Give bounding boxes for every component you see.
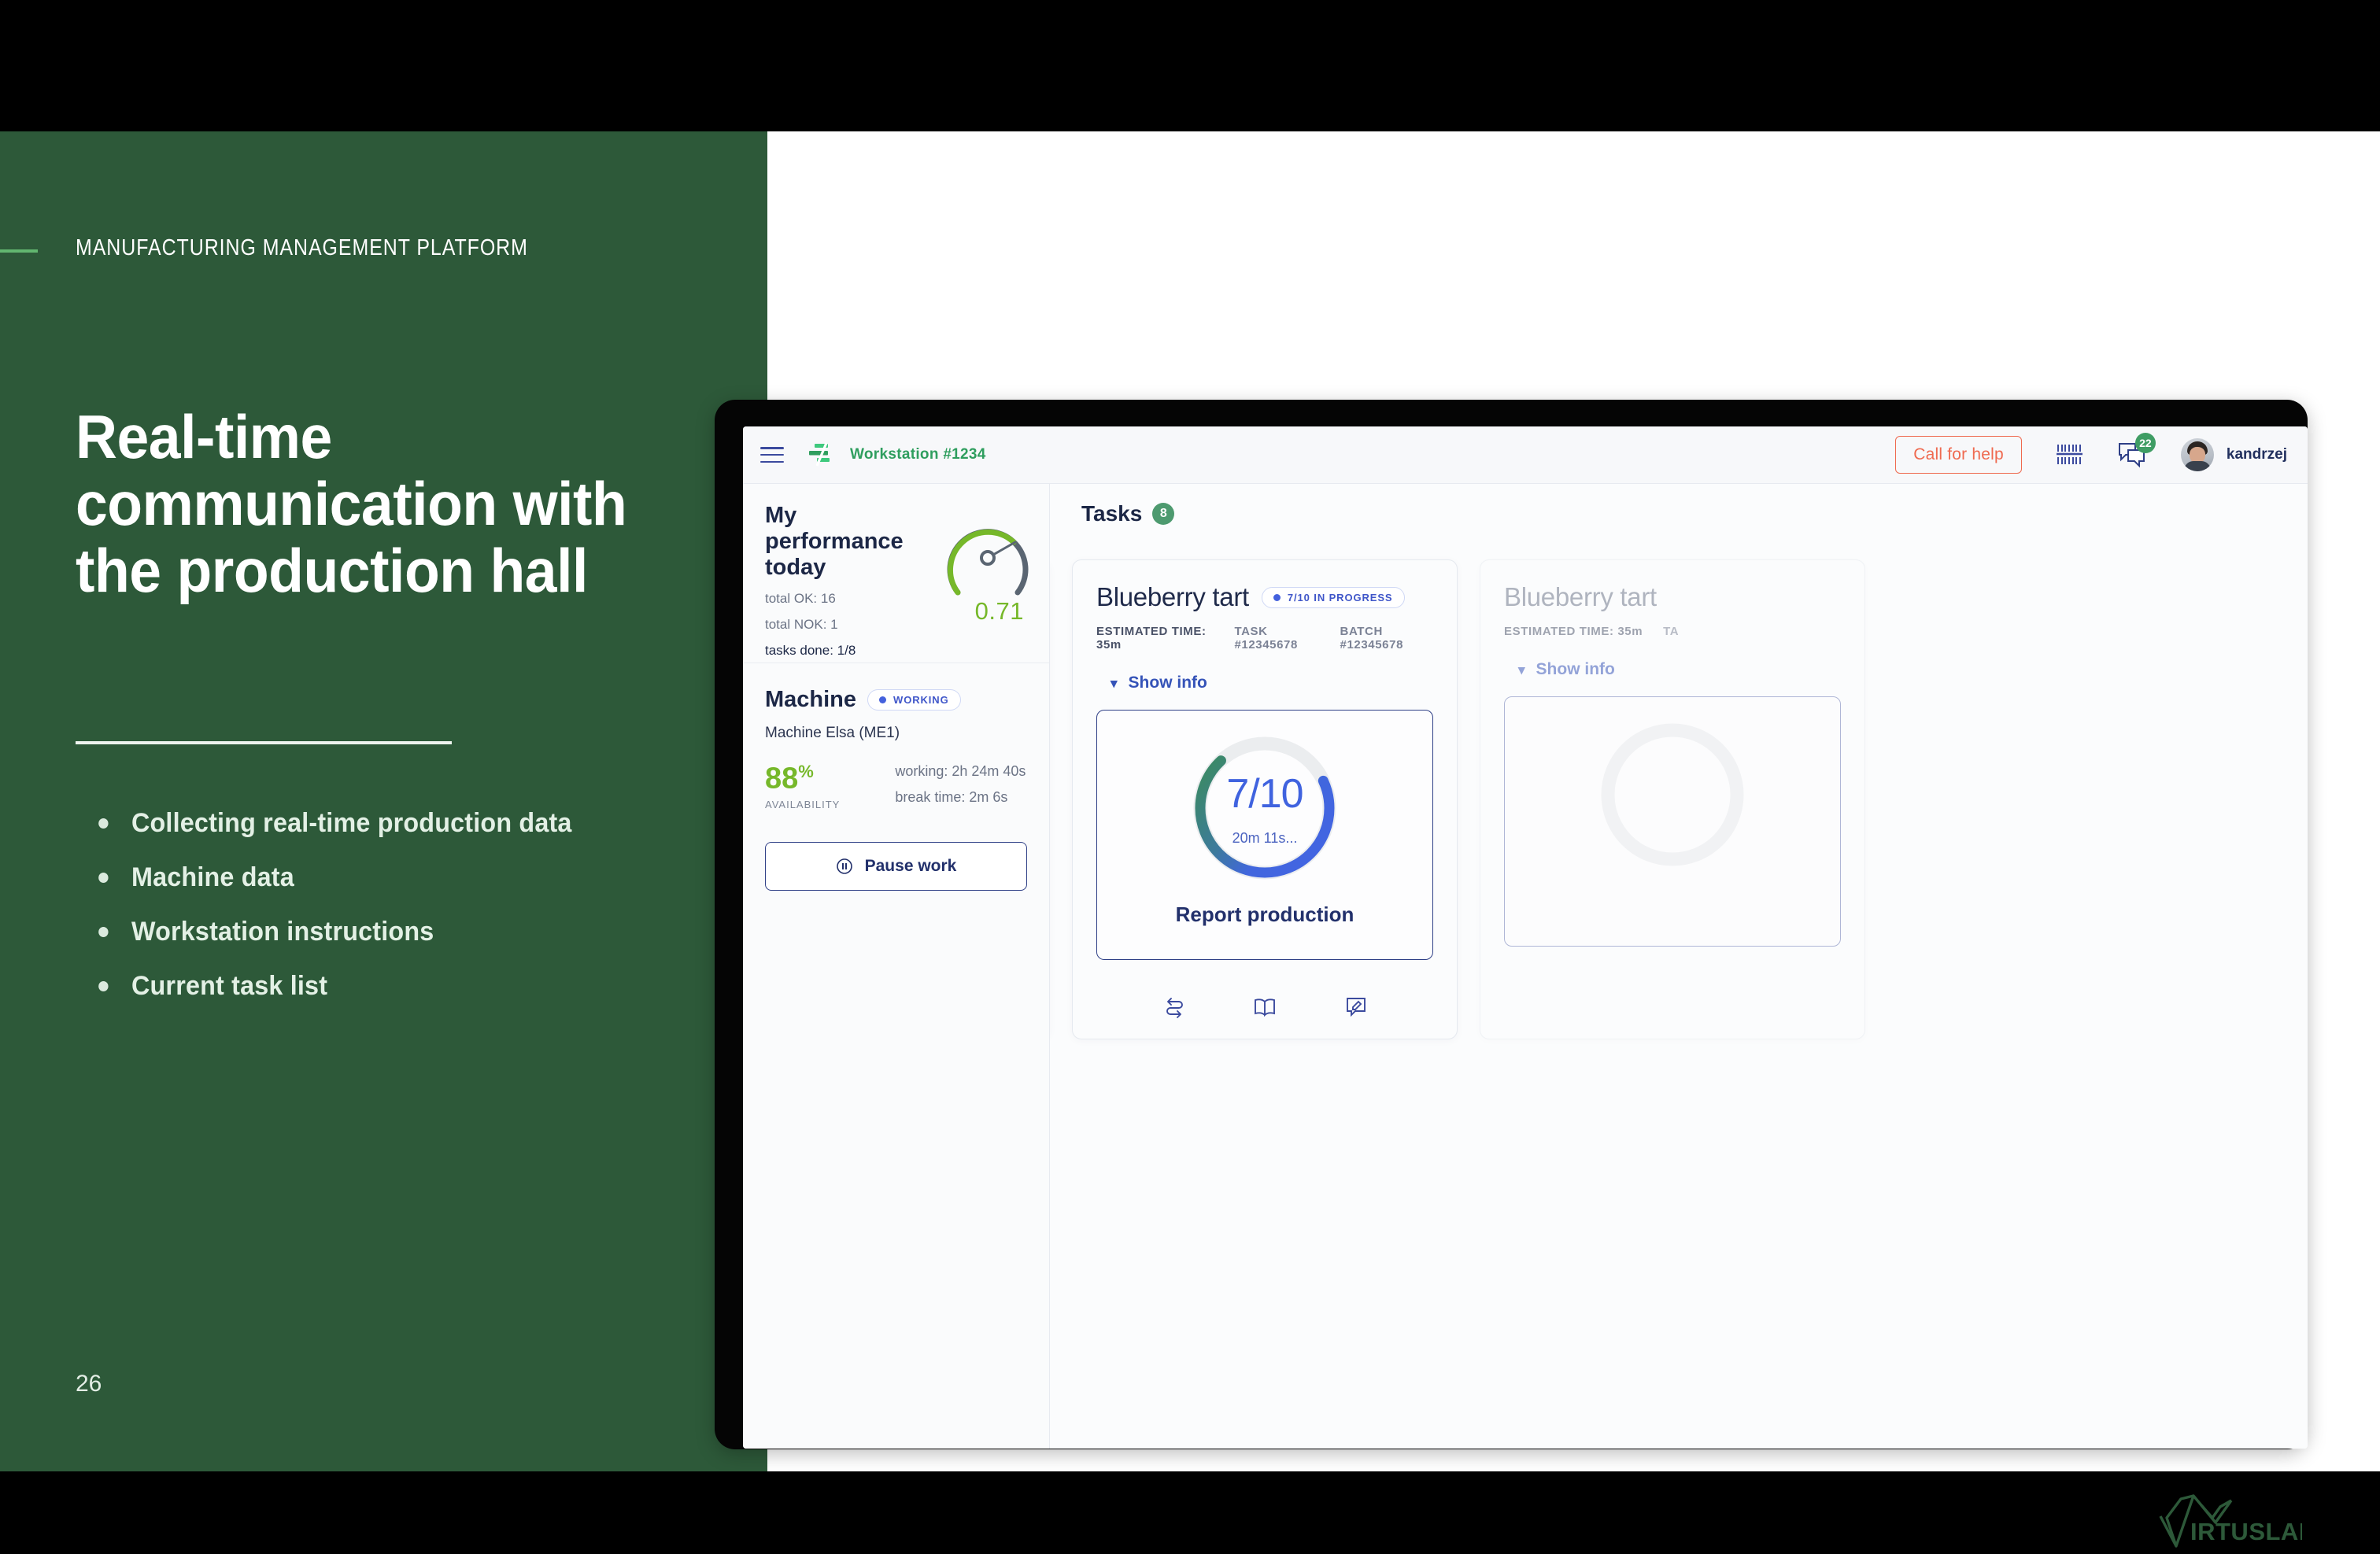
header-actions: Call for help 22 kandrzej — [1895, 433, 2308, 474]
app-header: Workstation #1234 Call for help 22 kandr… — [743, 426, 2308, 484]
status-dot-icon — [1273, 593, 1281, 601]
task-id: TA — [1663, 625, 1680, 638]
list-item: Collecting real-time production data — [87, 808, 685, 839]
task-status-badge: 7/10 IN PROGRESS — [1261, 586, 1405, 608]
letterbox-bottom — [0, 1471, 2380, 1545]
tasks-label: Tasks — [1081, 501, 1143, 526]
performance-card: My performance today total OK: 16 total … — [743, 484, 1049, 663]
task-card[interactable]: Blueberry tart 7/10 IN PROGRESS ESTIMATE… — [1072, 559, 1458, 1039]
task-card-list: Blueberry tart IN PROGRESS ESTIMATED TIM… — [1050, 559, 1865, 1039]
tablet-device-frame: Workstation #1234 Call for help 22 kandr… — [715, 400, 2308, 1449]
call-for-help-button[interactable]: Call for help — [1895, 436, 2022, 474]
progress-ring: 7/10 20m 11s... — [1188, 731, 1342, 885]
ring-progress-value: 7/10 — [1226, 770, 1303, 817]
slide-left-panel: MANUFACTURING MANAGEMENT PLATFORM Real-t… — [0, 131, 767, 1471]
status-badge: 7/10 IN PROGRESS — [1287, 591, 1393, 604]
svg-text:IRTUSLAB: IRTUSLAB — [2190, 1518, 2302, 1545]
user-name[interactable]: kandrzej — [2227, 446, 2287, 463]
divider-rule — [76, 741, 452, 744]
page-title: Real-time communication with the product… — [76, 402, 627, 606]
virtuslab-logo: IRTUSLAB — [2159, 1494, 2302, 1548]
book-icon[interactable] — [1249, 991, 1281, 1023]
availability-label: AVAILABILITY — [765, 798, 841, 810]
report-production-box[interactable]: 7/10 20m 11s... Report production — [1096, 710, 1433, 960]
estimated-time: ESTIMATED TIME: 35m — [1504, 625, 1643, 638]
status-dot-icon — [879, 696, 887, 704]
show-info-label: Show info — [1128, 674, 1207, 692]
page-number: 26 — [76, 1371, 102, 1397]
task-card-actions — [1073, 991, 1457, 1023]
progress-ring — [1595, 718, 1750, 872]
letterbox-top — [0, 0, 2380, 131]
bullet-list: Collecting real-time production data Mac… — [87, 808, 716, 1025]
task-title: Blueberry tart — [1096, 582, 1249, 611]
task-card[interactable]: Blueberry tart ESTIMATED TIME: 35m TA ▾ … — [1480, 559, 1865, 1039]
app-logo-icon — [809, 442, 830, 467]
task-title-row: Blueberry tart 7/10 IN PROGRESS — [1096, 582, 1433, 612]
tasks-header: Tasks 8 — [1050, 484, 2308, 526]
machine-card: Machine WORKING Machine Elsa (ME1) 88% A… — [743, 663, 1049, 905]
slide-canvas: MANUFACTURING MANAGEMENT PLATFORM Real-t… — [0, 131, 2380, 1548]
pause-circle-icon — [836, 858, 852, 874]
task-meta: ESTIMATED TIME: 35m TA — [1504, 625, 1841, 638]
list-item: Workstation instructions — [87, 917, 685, 947]
eyebrow-dash — [0, 249, 38, 253]
workstation-title: Workstation #1234 — [850, 446, 986, 463]
machine-name: Machine Elsa (ME1) — [765, 725, 900, 742]
machine-title: Machine — [765, 687, 857, 712]
slide-eyebrow: MANUFACTURING MANAGEMENT PLATFORM — [76, 235, 528, 260]
barcode-icon[interactable] — [2055, 443, 2083, 467]
chat-icon-wrapper[interactable]: 22 — [2116, 433, 2156, 469]
comment-edit-icon[interactable] — [1340, 991, 1372, 1023]
avatar[interactable] — [2180, 438, 2214, 471]
machine-metrics: 88% AVAILABILITY working: 2h 24m 40s bre… — [765, 763, 1027, 815]
report-production-box[interactable] — [1504, 696, 1841, 947]
availability-value: 88% — [765, 762, 814, 795]
show-info-toggle[interactable]: ▾ Show info — [1504, 660, 1615, 679]
tasks-area: Tasks 8 Blueberry tart IN PROGRESS — [1050, 484, 2308, 1449]
chat-unread-badge: 22 — [2134, 433, 2156, 453]
hamburger-icon[interactable] — [760, 447, 784, 463]
estimated-time: ESTIMATED TIME: 35m — [1096, 625, 1207, 651]
ring-center-text: 7/10 20m 11s... — [1188, 731, 1342, 885]
break-time: break time: 2m 6s — [895, 789, 1008, 806]
task-id: TASK #12345678 — [1234, 625, 1298, 651]
list-item: Current task list — [87, 971, 685, 1002]
app-body: My performance today total OK: 16 total … — [743, 484, 2308, 1449]
report-label: Report production — [1175, 903, 1354, 926]
machine-header: Machine WORKING — [765, 687, 1027, 713]
tasks-done: tasks done: 1/8 — [765, 643, 856, 659]
swap-arrows-icon[interactable] — [1158, 991, 1189, 1023]
batch-id: BATCH #12345678 — [1340, 625, 1404, 651]
machine-status-badge: WORKING — [867, 689, 961, 711]
working-time: working: 2h 24m 40s — [895, 763, 1026, 780]
show-info-label: Show info — [1536, 660, 1615, 678]
task-title-row: Blueberry tart — [1504, 582, 1841, 612]
list-item: Machine data — [87, 862, 685, 893]
chevron-down-icon: ▾ — [1518, 662, 1525, 677]
performance-title: My performance today — [765, 503, 904, 581]
pause-work-button[interactable]: Pause work — [765, 842, 1027, 891]
chevron-down-icon: ▾ — [1111, 675, 1118, 691]
machine-times: working: 2h 24m 40s break time: 2m 6s — [895, 763, 1026, 815]
show-info-toggle[interactable]: ▾ Show info — [1096, 674, 1207, 692]
availability-block: 88% AVAILABILITY — [765, 763, 840, 810]
task-title: Blueberry tart — [1504, 582, 1657, 611]
pause-work-label: Pause work — [864, 857, 957, 876]
tasks-count-badge: 8 — [1152, 503, 1175, 525]
gauge-value: 0.71 — [974, 597, 1024, 625]
status-badge: WORKING — [893, 694, 949, 707]
task-meta: ESTIMATED TIME: 35m TASK #12345678 BATCH… — [1096, 625, 1433, 651]
left-sidebar: My performance today total OK: 16 total … — [743, 484, 1050, 1449]
ring-time-remaining: 20m 11s... — [1232, 829, 1298, 846]
performance-gauge — [947, 529, 1029, 596]
tablet-screen: Workstation #1234 Call for help 22 kandr… — [743, 426, 2308, 1449]
